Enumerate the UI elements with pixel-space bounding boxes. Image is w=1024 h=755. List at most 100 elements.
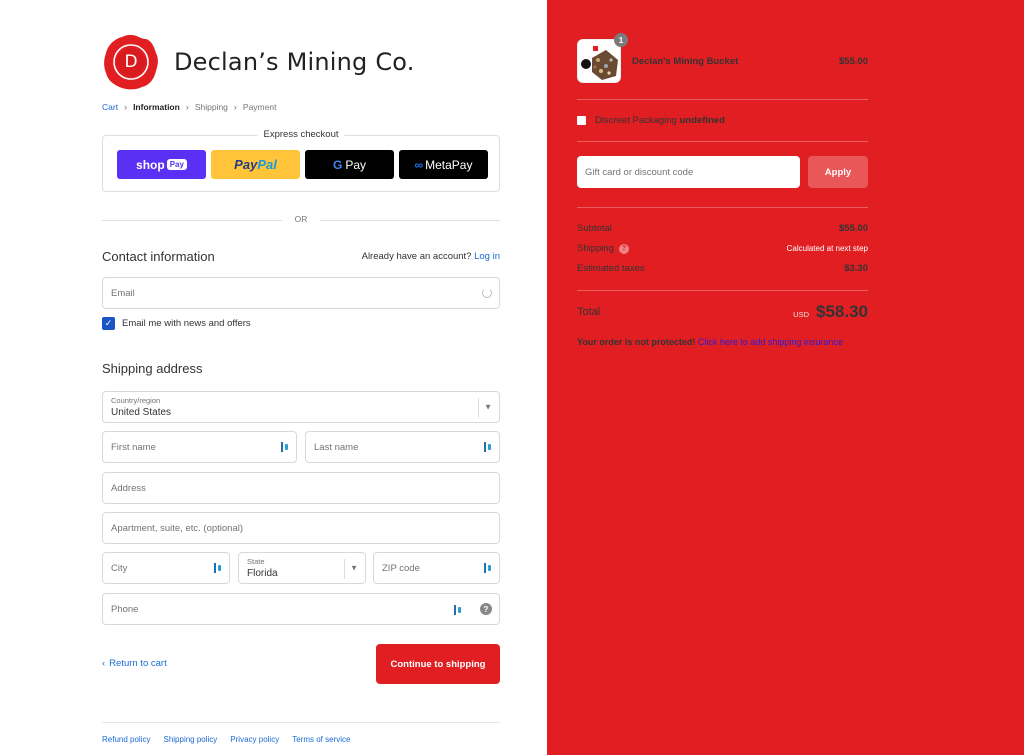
newsletter-label: Email me with news and offers (122, 318, 251, 329)
store-logo[interactable]: D Declan’s Mining Co. (102, 33, 415, 91)
summary-divider (577, 207, 868, 208)
autofill-icon (484, 563, 492, 573)
taxes-row: Estimated taxes $3.30 (577, 263, 868, 274)
shipping-help-icon[interactable]: ? (618, 243, 629, 254)
loading-spinner-icon (482, 288, 492, 298)
paypal-button[interactable]: Pay Pal (211, 150, 300, 179)
total-label: Total (577, 306, 601, 318)
meta-infinity-icon: ∞ (414, 157, 424, 172)
divider-line (102, 220, 282, 221)
discreet-packaging-checkbox[interactable] (577, 116, 586, 125)
chevron-right-icon: › (124, 102, 128, 112)
subtotal-row: Subtotal $55.00 (577, 223, 868, 234)
protection-warning: Your order is not protected! Click here … (577, 337, 843, 347)
breadcrumb-cart[interactable]: Cart (102, 102, 118, 112)
country-select[interactable]: Country/region United States ▼ (102, 391, 500, 423)
summary-divider (577, 99, 868, 100)
apply-discount-button[interactable]: Apply (808, 156, 868, 188)
state-select[interactable]: State Florida ▼ (238, 552, 366, 584)
checkout-form-panel (0, 0, 547, 755)
city-placeholder: City (111, 562, 128, 574)
meta-pay-text: Pay (451, 157, 473, 172)
shipping-value: Calculated at next step (786, 244, 868, 253)
email-placeholder: Email (111, 287, 135, 299)
phone-placeholder: Phone (111, 603, 139, 615)
breadcrumb-payment: Payment (242, 102, 277, 112)
discreet-packaging-option[interactable]: Discreet Packaging undefined (577, 115, 725, 126)
paypal-pal-text: Pal (257, 157, 277, 172)
chevron-down-icon: ▼ (350, 563, 358, 573)
mining-bucket-image (578, 40, 620, 82)
product-thumbnail (577, 39, 621, 83)
chevron-right-icon: › (233, 102, 237, 112)
total-value: $58.30 (816, 302, 868, 321)
summary-divider (577, 141, 868, 142)
divider-line (320, 220, 500, 221)
autofill-icon (214, 563, 222, 573)
last-name-field[interactable]: Last name (305, 431, 500, 463)
first-name-placeholder: First name (111, 441, 156, 453)
shipping-heading: Shipping address (102, 361, 203, 376)
policy-links: Refund policy Shipping policy Privacy po… (102, 735, 350, 744)
summary-divider (577, 290, 868, 291)
subtotal-label: Subtotal (577, 223, 612, 234)
meta-pay-button[interactable]: ∞ Meta Pay (399, 150, 488, 179)
address-placeholder: Address (111, 482, 146, 494)
privacy-policy-link[interactable]: Privacy policy (230, 735, 279, 744)
or-divider: OR (102, 214, 500, 226)
taxes-label: Estimated taxes (577, 263, 645, 274)
city-field[interactable]: City (102, 552, 230, 584)
paypal-pay-text: Pay (234, 157, 258, 172)
account-prompt-text: Already have an account? (361, 251, 472, 262)
state-label: State (247, 557, 265, 566)
shipping-policy-link[interactable]: Shipping policy (163, 735, 217, 744)
return-to-cart-link[interactable]: ‹ Return to cart (102, 658, 167, 669)
product-name: Declan's Mining Bucket (632, 56, 739, 67)
shop-pay-wordmark: shop (136, 157, 165, 172)
quantity-badge: 1 (614, 33, 628, 47)
first-name-field[interactable]: First name (102, 431, 297, 463)
select-divider (344, 559, 345, 579)
shop-pay-pill: Pay (166, 159, 187, 170)
breadcrumb-shipping: Shipping (194, 102, 228, 112)
discount-placeholder: Gift card or discount code (585, 166, 694, 178)
currency-code: USD (793, 310, 809, 319)
address-field[interactable]: Address (102, 472, 500, 504)
autofill-icon (281, 442, 289, 452)
country-value: United States (111, 407, 172, 418)
protection-warning-text: Your order is not protected! (577, 337, 696, 347)
subtotal-value: $55.00 (838, 223, 868, 234)
apartment-field[interactable]: Apartment, suite, etc. (optional) (102, 512, 500, 544)
total-row: Total USD $58.30 (577, 302, 868, 322)
google-pay-text: Pay (345, 157, 367, 172)
google-pay-button[interactable]: G Pay (305, 150, 394, 179)
shipping-row: Shipping ? Calculated at next step (577, 243, 868, 254)
logo-letter: D (124, 52, 138, 72)
autofill-icon (454, 605, 462, 615)
express-checkout-title: Express checkout (257, 129, 345, 140)
shipping-insurance-link[interactable]: Click here to add shipping insurance (698, 337, 843, 347)
shop-pay-button[interactable]: shop Pay (117, 150, 206, 179)
newsletter-checkbox[interactable]: ✓ (102, 317, 115, 330)
breadcrumb: Cart › Information › Shipping › Payment (102, 102, 276, 112)
terms-of-service-link[interactable]: Terms of service (292, 735, 350, 744)
zip-field[interactable]: ZIP code (373, 552, 500, 584)
email-field[interactable]: Email (102, 277, 500, 309)
express-checkout: Express checkout shop Pay Pay Pal G Pay ∞… (102, 129, 500, 192)
autofill-icon (484, 442, 492, 452)
select-divider (478, 398, 479, 418)
chevron-down-icon: ▼ (484, 402, 492, 412)
product-price: $55.00 (838, 56, 868, 67)
discount-code-input[interactable]: Gift card or discount code (577, 156, 800, 188)
newsletter-option[interactable]: ✓ Email me with news and offers (102, 317, 251, 330)
order-summary-panel (547, 0, 1024, 755)
zip-placeholder: ZIP code (382, 562, 420, 574)
login-link[interactable]: Log in (474, 251, 500, 262)
help-icon[interactable]: ? (480, 603, 492, 615)
footer-divider (102, 722, 500, 723)
continue-to-shipping-button[interactable]: Continue to shipping (376, 644, 500, 684)
phone-field[interactable]: Phone ? (102, 593, 500, 625)
discreet-packaging-value: undefined (679, 115, 725, 126)
discreet-packaging-label: Discreet Packaging (595, 115, 677, 126)
refund-policy-link[interactable]: Refund policy (102, 735, 150, 744)
